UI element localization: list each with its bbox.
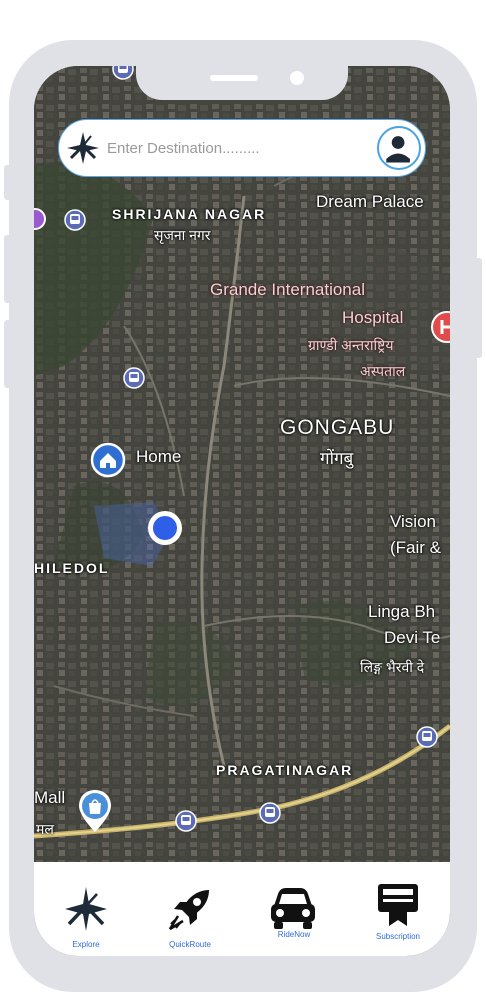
map-label-mall: Mall xyxy=(34,788,66,807)
phone-side-button xyxy=(4,165,12,200)
subscription-icon xyxy=(378,884,418,926)
car-icon xyxy=(271,888,315,929)
map-label-vision-line1: Vision xyxy=(390,512,436,531)
speaker-grille xyxy=(210,75,258,81)
phone-screen: Dream Palace SHRIJANA NAGAR सृजना नगर Gr… xyxy=(34,66,450,956)
destination-input[interactable] xyxy=(107,136,367,160)
destination-search-bar[interactable] xyxy=(58,119,426,177)
bus-stop-icon[interactable] xyxy=(416,726,438,748)
map-label-dream-palace: Dream Palace xyxy=(316,192,424,211)
map-label-grande-line1: Grande International xyxy=(210,280,365,299)
current-location-dot xyxy=(148,511,182,545)
nav-quickroute[interactable]: QuickRoute xyxy=(138,862,242,956)
bottom-navigation-bar: Explore QuickRoute RideNow Subscription xyxy=(34,862,450,956)
map-label-shrijana-nagar: SHRIJANA NAGAR xyxy=(112,206,267,222)
nav-label-ridenow: RideNow xyxy=(277,930,311,939)
map-label-vision-line2: (Fair & xyxy=(390,538,441,557)
map-label-home: Home xyxy=(136,447,182,466)
home-pin-icon[interactable] xyxy=(90,442,126,478)
map-label-gongabu-np: गोंगबु xyxy=(320,449,354,468)
front-camera xyxy=(290,71,304,85)
bus-stop-icon[interactable] xyxy=(123,367,145,389)
nav-ridenow[interactable]: RideNow xyxy=(242,862,346,956)
purple-place-marker[interactable] xyxy=(34,208,46,238)
nav-label-explore: Explore xyxy=(72,940,100,949)
map-label-grande-np-line1: ग्राण्डी अन्तराष्ट्रिय xyxy=(308,337,394,353)
map-label-mall-np: मल xyxy=(36,821,54,837)
map-label-shrijana-nagar-np: सृजना नगर xyxy=(154,227,211,243)
phone-volume-up-button xyxy=(4,235,12,303)
map-label-pragatinagar: PRAGATINAGAR xyxy=(216,762,354,778)
explore-star-icon xyxy=(65,887,107,931)
hospital-pin-icon[interactable] xyxy=(430,310,450,344)
user-profile-icon[interactable] xyxy=(377,126,421,170)
bus-stop-icon[interactable] xyxy=(259,802,281,824)
map-label-gongabu: GONGABU xyxy=(280,416,395,439)
phone-notch xyxy=(136,66,348,100)
phone-power-button xyxy=(474,258,482,358)
map-label-grande-line2: Hospital xyxy=(342,308,404,327)
bus-stop-icon[interactable] xyxy=(64,209,86,231)
nav-label-quickroute: QuickRoute xyxy=(169,940,211,949)
nav-explore[interactable]: Explore xyxy=(34,862,138,956)
map-label-grande-np-line2: अस्पताल xyxy=(360,363,406,379)
nav-subscription[interactable]: Subscription xyxy=(346,862,450,956)
nav-label-subscription: Subscription xyxy=(375,932,421,941)
bus-stop-icon[interactable] xyxy=(112,66,134,80)
map-label-linga-line1: Linga Bh xyxy=(368,602,436,621)
bus-stop-icon[interactable] xyxy=(175,810,197,832)
app-logo-star-icon[interactable] xyxy=(63,128,103,168)
map-label-hiledol: HILEDOL xyxy=(34,560,110,576)
rocket-icon xyxy=(168,890,209,931)
map-label-linga-np: लिङ्ग भैरवी दे xyxy=(360,659,425,675)
mall-shopping-pin-icon[interactable] xyxy=(76,788,114,834)
map-label-linga-line2: Devi Te xyxy=(384,628,441,647)
phone-volume-down-button xyxy=(4,320,12,388)
